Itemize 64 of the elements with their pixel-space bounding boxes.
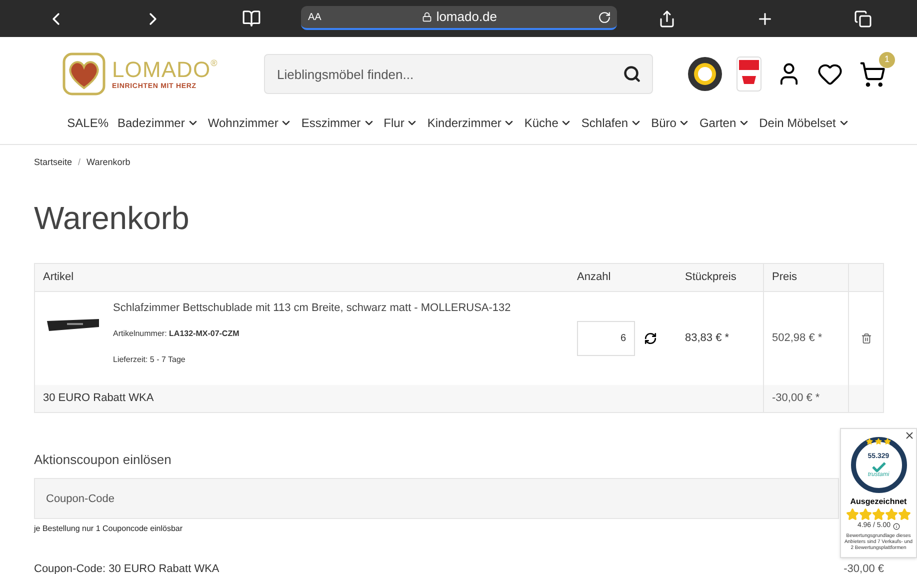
column-header: Artikel <box>42 270 75 285</box>
column-header: Stückpreis <box>684 270 738 285</box>
tabs-icon[interactable] <box>854 10 872 28</box>
rating-label: Ausgezeichnet <box>850 496 907 508</box>
coupon-field[interactable]: Coupon-Code <box>34 478 839 519</box>
nav-item[interactable]: Büro <box>651 114 676 132</box>
rating-star-icon <box>872 508 885 521</box>
applied-coupon: Coupon-Code: 30 EURO Rabatt WKA <box>34 562 220 574</box>
award-badge-icon[interactable] <box>736 56 762 92</box>
nav-item[interactable]: Küche <box>524 114 558 132</box>
address-bar[interactable]: AA lomado.de <box>301 6 617 30</box>
nav-item[interactable]: Dein Möbelset <box>759 114 836 132</box>
nav-item[interactable]: Kinderzimmer <box>427 114 502 132</box>
discount-price: -30,00 € * <box>771 390 820 406</box>
registered-mark: ® <box>210 58 218 68</box>
rating-star-icon <box>898 508 911 521</box>
search-icon[interactable] <box>623 65 641 83</box>
coupon-note: je Bestellung nur 1 Couponcode einlösbar <box>34 523 183 535</box>
breadcrumb-separator: / <box>78 156 81 169</box>
seal-star-icon <box>866 438 873 445</box>
bookmarks-icon[interactable] <box>242 9 261 28</box>
nav-item[interactable]: Badezimmer <box>118 114 185 132</box>
nav-item[interactable]: Schlafen <box>581 114 628 132</box>
seal-star-icon <box>884 438 891 445</box>
nav-item[interactable]: Wohnzimmer <box>208 114 278 132</box>
column-header: Preis <box>771 270 798 285</box>
refresh-icon[interactable] <box>644 332 657 344</box>
product-sku: Artikelnummer: LA132-MX-07-CZM <box>113 328 240 340</box>
page-title: Warenkorb <box>34 202 190 234</box>
rating-star-icon <box>859 508 872 521</box>
discount-label: 30 EURO Rabatt WKA <box>42 390 155 406</box>
share-icon[interactable] <box>658 10 676 28</box>
unit-price: 83,83 € * <box>685 330 730 346</box>
search-field[interactable]: Lieblingsmöbel finden... <box>264 54 653 94</box>
delivery-time: Lieferzeit: 5 - 7 Tage <box>113 354 186 366</box>
rating-star-icon <box>846 508 859 521</box>
breadcrumb-link[interactable]: Warenkorb <box>86 156 130 170</box>
product-title[interactable]: Schlafzimmer Bettschublade mit 113 cm Breite, schwarz matt - MOLLERUSA-132 <box>113 300 511 316</box>
nav-item[interactable]: Esszimmer <box>301 114 361 132</box>
reload-icon[interactable] <box>598 10 611 24</box>
product-image <box>45 316 101 332</box>
lock-icon <box>422 12 432 22</box>
info-icon <box>892 522 900 530</box>
coupon-title: Aktionscoupon einlösen <box>34 450 172 469</box>
applied-coupon-amount: -30,00 € <box>844 562 884 574</box>
nav-item[interactable]: Garten <box>699 114 736 132</box>
cart-icon[interactable] <box>859 60 886 88</box>
text-size-button[interactable]: AA <box>308 10 322 24</box>
item-price: 502,98 € * <box>772 330 822 346</box>
column-header: Anzahl <box>576 270 612 285</box>
quantity-field[interactable]: 6 <box>577 320 635 356</box>
seal-star-icon <box>875 438 882 445</box>
nav-item[interactable]: SALE% <box>67 114 108 132</box>
rating-star-icon <box>885 508 898 521</box>
close-icon[interactable] <box>904 430 915 441</box>
logo-name: LOMADO <box>112 58 211 80</box>
breadcrumb-link[interactable]: Startseite <box>34 156 72 170</box>
cart-count-badge: 1 <box>879 52 895 68</box>
delete-icon[interactable] <box>860 332 872 344</box>
heart-logo-icon <box>62 52 106 96</box>
check-icon <box>870 462 886 472</box>
trust-seal-icon[interactable] <box>687 56 723 92</box>
nav-item[interactable]: Flur <box>384 114 404 132</box>
url-text: lomado.de <box>436 8 498 26</box>
